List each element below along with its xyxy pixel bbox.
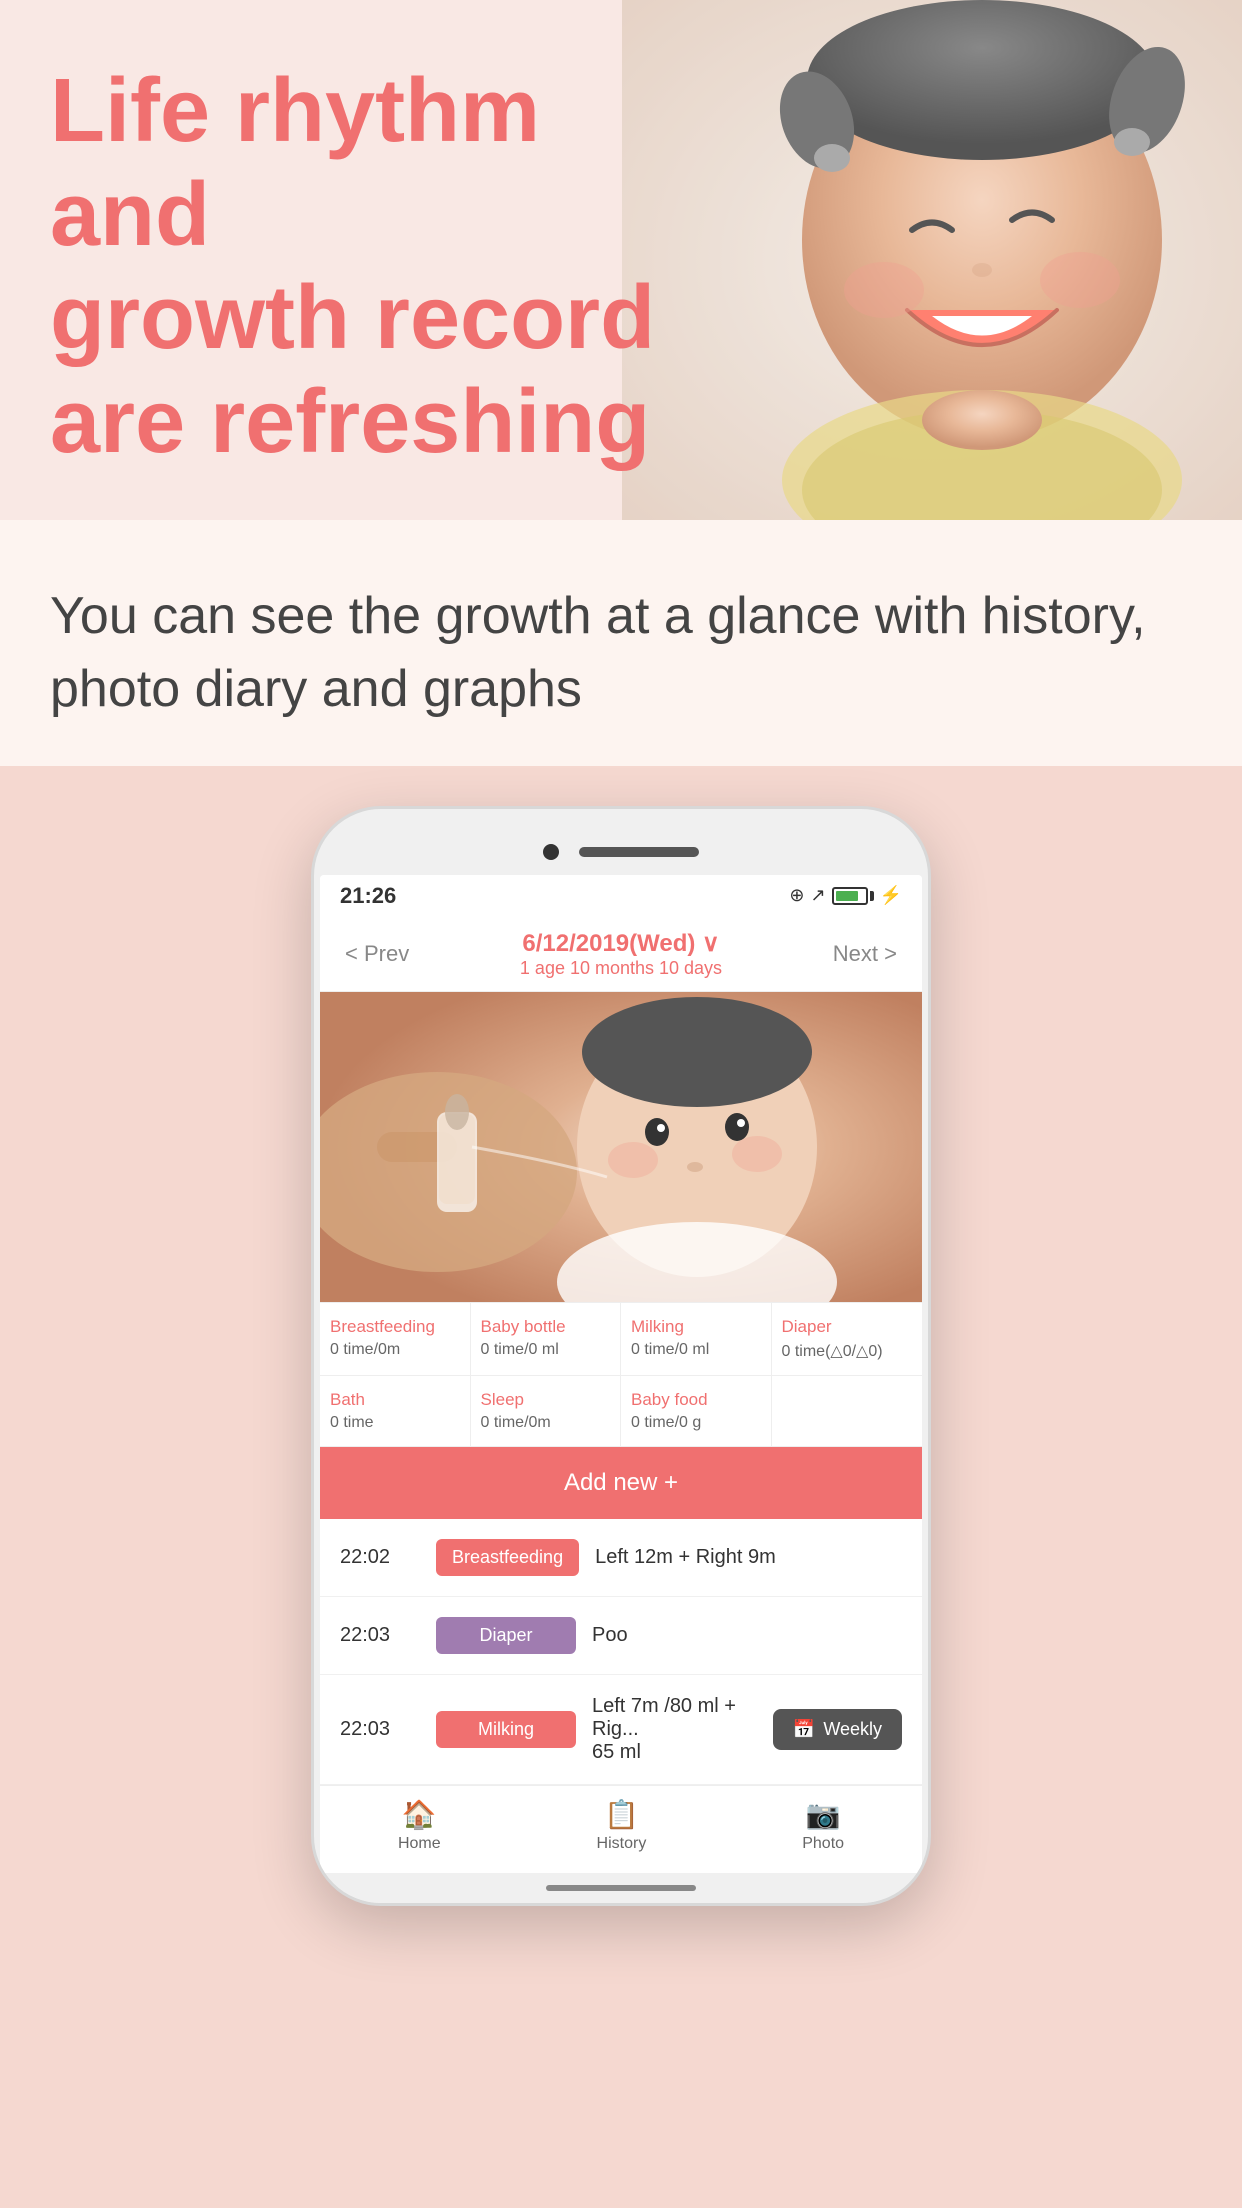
bottom-nav: 🏠 Home 📋 History 📷 Photo: [320, 1785, 922, 1873]
status-bar: 21:26 ⊕ ↗ ⚡: [320, 875, 922, 917]
add-new-button[interactable]: Add new +: [320, 1447, 922, 1519]
activity-item-0[interactable]: 22:02 Breastfeeding Left 12m + Right 9m: [320, 1519, 922, 1597]
calendar-icon: 📅: [793, 1719, 815, 1740]
stat-diaper-value: 0 time(△0/△0): [782, 1341, 913, 1361]
weekly-button[interactable]: 📅 Weekly: [773, 1709, 902, 1750]
hero-section: Life rhythm and growth record are refres…: [0, 0, 1242, 520]
charging-icon: ⚡: [880, 885, 902, 906]
hero-title: Life rhythm and growth record are refres…: [50, 60, 655, 474]
phone-camera-dot: [543, 844, 559, 860]
stat-milking-label: Milking: [631, 1317, 761, 1337]
stat-diaper[interactable]: Diaper 0 time(△0/△0): [772, 1303, 923, 1376]
activity-list: 22:02 Breastfeeding Left 12m + Right 9m …: [320, 1519, 922, 1785]
stat-milking-value: 0 time/0 ml: [631, 1341, 761, 1359]
nav-age: 1 age 10 months 10 days: [520, 958, 722, 979]
activity-badge-2: Milking: [436, 1711, 576, 1748]
bottom-nav-history-label: History: [597, 1835, 647, 1853]
stat-baby-bottle[interactable]: Baby bottle 0 time/0 ml: [471, 1303, 622, 1376]
subtitle-section: You can see the growth at a glance with …: [0, 520, 1242, 766]
subtitle-text: You can see the growth at a glance with …: [50, 580, 1192, 726]
signal-icon: ↗: [810, 885, 825, 906]
date-center[interactable]: 6/12/2019(Wed) ∨ 1 age 10 months 10 days: [520, 929, 722, 979]
activity-badge-1: Diaper: [436, 1617, 576, 1654]
stat-baby-bottle-value: 0 time/0 ml: [481, 1341, 611, 1359]
bottom-nav-photo[interactable]: 📷 Photo: [802, 1798, 844, 1853]
home-icon: 🏠: [402, 1798, 437, 1831]
stat-baby-food-label: Baby food: [631, 1390, 761, 1410]
activity-item-1[interactable]: 22:03 Diaper Poo: [320, 1597, 922, 1675]
stat-baby-food[interactable]: Baby food 0 time/0 g: [621, 1376, 772, 1446]
stat-bath-value: 0 time: [330, 1414, 460, 1432]
stat-baby-food-value: 0 time/0 g: [631, 1414, 761, 1432]
phone-mockup: 21:26 ⊕ ↗ ⚡ < Prev 6/12/201: [311, 806, 931, 1906]
activity-desc-0: Left 12m + Right 9m: [595, 1546, 776, 1569]
status-time: 21:26: [340, 883, 396, 909]
stat-breastfeeding[interactable]: Breastfeeding 0 time/0m: [320, 1303, 471, 1376]
activity-desc-1: Poo: [592, 1624, 628, 1647]
stat-sleep[interactable]: Sleep 0 time/0m: [471, 1376, 622, 1446]
weekly-label: Weekly: [823, 1719, 882, 1740]
bottom-nav-home[interactable]: 🏠 Home: [398, 1798, 441, 1853]
stat-milking[interactable]: Milking 0 time/0 ml: [621, 1303, 772, 1376]
phone-screen: 21:26 ⊕ ↗ ⚡ < Prev 6/12/201: [320, 875, 922, 1873]
next-button[interactable]: Next >: [833, 941, 897, 967]
activity-time-2: 22:03: [340, 1718, 420, 1741]
stat-empty: [772, 1376, 923, 1446]
baby-photo-area: [320, 992, 922, 1302]
history-icon: 📋: [604, 1798, 639, 1831]
hero-text-block: Life rhythm and growth record are refres…: [50, 60, 655, 474]
stats-row-1: Breastfeeding 0 time/0m Baby bottle 0 ti…: [320, 1302, 922, 1376]
activity-time-0: 22:02: [340, 1546, 420, 1569]
stat-sleep-value: 0 time/0m: [481, 1414, 611, 1432]
stat-breastfeeding-label: Breastfeeding: [330, 1317, 460, 1337]
stat-diaper-label: Diaper: [782, 1317, 913, 1337]
bottom-nav-home-label: Home: [398, 1835, 441, 1853]
activity-badge-0: Breastfeeding: [436, 1539, 579, 1576]
phone-top-bar: [314, 829, 928, 875]
bottom-nav-history[interactable]: 📋 History: [597, 1798, 647, 1853]
status-icons: ⊕ ↗ ⚡: [789, 885, 902, 906]
nav-date: 6/12/2019(Wed) ∨: [520, 929, 722, 958]
stats-row-2: Bath 0 time Sleep 0 time/0m Baby food 0 …: [320, 1376, 922, 1447]
hero-baby-illustration: [622, 0, 1242, 520]
stat-baby-bottle-label: Baby bottle: [481, 1317, 611, 1337]
prev-button[interactable]: < Prev: [345, 941, 409, 967]
activity-time-1: 22:03: [340, 1624, 420, 1647]
phone-bottom-bar: [314, 1873, 928, 1903]
stat-bath[interactable]: Bath 0 time: [320, 1376, 471, 1446]
home-indicator: [546, 1885, 696, 1891]
activity-item-2[interactable]: 22:03 Milking Left 7m /80 ml + Rig...65 …: [320, 1675, 922, 1785]
phone-speaker: [579, 847, 699, 857]
photo-icon: 📷: [806, 1798, 841, 1831]
bottom-nav-photo-label: Photo: [802, 1835, 844, 1853]
nav-bar: < Prev 6/12/2019(Wed) ∨ 1 age 10 months …: [320, 917, 922, 992]
phone-container: 21:26 ⊕ ↗ ⚡ < Prev 6/12/201: [0, 766, 1242, 1986]
stat-sleep-label: Sleep: [481, 1390, 611, 1410]
battery-icon: [832, 887, 874, 905]
stat-breastfeeding-value: 0 time/0m: [330, 1341, 460, 1359]
location-icon: ⊕: [789, 885, 804, 906]
stat-bath-label: Bath: [330, 1390, 460, 1410]
activity-desc-2: Left 7m /80 ml + Rig...65 ml: [592, 1695, 757, 1764]
